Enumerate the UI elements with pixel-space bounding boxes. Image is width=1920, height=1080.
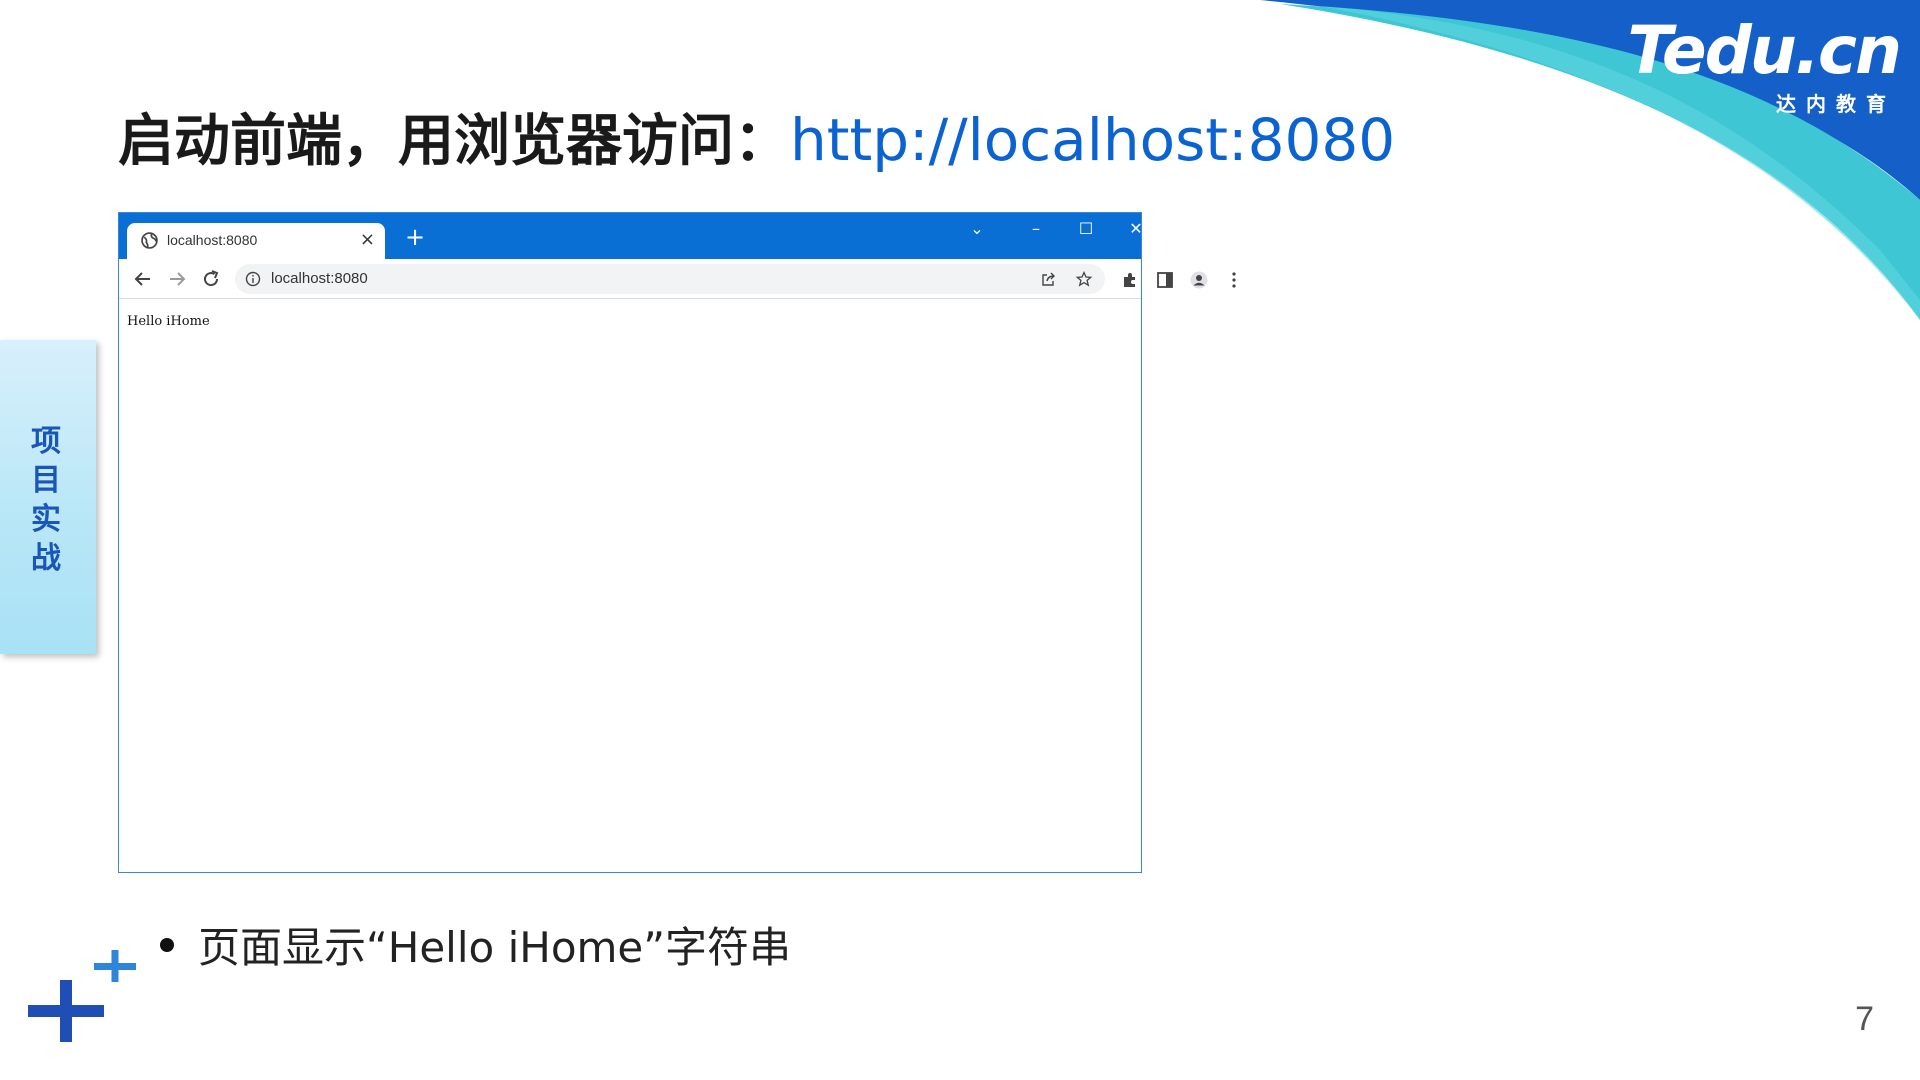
bullet-dot (160, 937, 174, 952)
minimize-button[interactable]: – (1016, 217, 1056, 241)
forward-arrow-icon[interactable] (165, 267, 189, 291)
browser-tab[interactable]: localhost:8080 × (127, 223, 385, 259)
page-content-text: Hello iHome (127, 314, 210, 329)
bullet-text: 页面显示“Hello iHome”字符串 (198, 923, 792, 972)
new-tab-button[interactable]: + (405, 225, 425, 249)
tab-close-button[interactable]: × (360, 229, 375, 250)
brand-logo: Tedu.cn 达内教育 (1627, 12, 1902, 117)
browser-toolbar: localhost:8080 (119, 259, 1236, 299)
slide-title: 启动前端，用浏览器访问：http://localhost:8080 (118, 104, 1395, 178)
globe-icon (141, 232, 158, 249)
section-label: 项目实战 (31, 424, 61, 576)
address-bar[interactable]: localhost:8080 (235, 264, 1105, 294)
side-panel-icon[interactable] (1156, 271, 1174, 289)
menu-dots-icon[interactable] (1225, 271, 1243, 289)
logo-wordmark: Tedu.cn (1627, 12, 1902, 89)
plus-small-icon (94, 950, 136, 982)
info-icon[interactable] (245, 271, 261, 287)
star-icon[interactable] (1076, 271, 1092, 287)
tab-search-button[interactable]: ⌄ (957, 217, 997, 241)
page-number: 7 (1855, 1000, 1874, 1038)
browser-window: localhost:8080 × + ⌄ – ☐ ✕ localhost:808… (118, 212, 1236, 873)
profile-icon[interactable] (1190, 271, 1208, 289)
tab-title: localhost:8080 (167, 232, 258, 248)
title-text: 启动前端，用浏览器访问： (118, 109, 790, 174)
reload-icon[interactable] (199, 267, 223, 291)
url-text[interactable]: localhost:8080 (271, 270, 368, 287)
back-arrow-icon[interactable] (131, 267, 155, 291)
browser-tab-bar: localhost:8080 × + ⌄ – ☐ ✕ (119, 213, 1143, 259)
logo-subtext: 达内教育 (1776, 92, 1896, 116)
browser-viewport: Hello iHome (119, 300, 1141, 872)
extensions-icon[interactable] (1121, 271, 1139, 289)
bullet-point: 页面显示“Hello iHome”字符串 (160, 920, 791, 976)
section-side-tab: 项目实战 (0, 340, 96, 654)
close-window-button[interactable]: ✕ (1116, 217, 1156, 241)
share-icon[interactable] (1041, 271, 1057, 287)
maximize-button[interactable]: ☐ (1066, 217, 1106, 241)
plus-icon (28, 980, 104, 1042)
title-url: http://localhost:8080 (790, 106, 1396, 174)
